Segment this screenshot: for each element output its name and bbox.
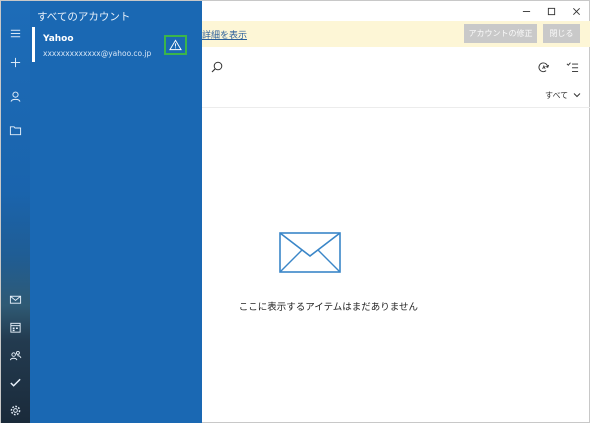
calendar-icon [10,322,21,333]
folders-button[interactable] [1,116,30,144]
settings-button[interactable] [1,396,30,423]
person-icon [10,91,21,102]
search-button[interactable] [208,58,226,76]
folder-icon [9,125,22,135]
sync-button[interactable] [534,58,552,76]
flyout-title: すべてのアカウント [37,11,131,23]
account-item-yahoo[interactable]: Yahoo xxxxxxxxxxxxx@yahoo.co.jp [30,27,202,63]
hamburger-menu-button[interactable] [1,19,30,47]
accounts-flyout: すべてのアカウント Yahoo xxxxxxxxxxxxx@yahoo.co.j… [30,1,202,423]
mail-app-window: 詳細を表示 アカウントの修正 閉じる すべて ここに表示するアイテムはまだありま… [0,0,590,423]
people-icon [9,350,22,360]
account-name: Yahoo [43,34,74,44]
mail-button[interactable] [1,285,30,313]
settings-icon [10,405,21,415]
minimize-button[interactable] [514,3,538,19]
close-icon [572,7,580,15]
people-button[interactable] [1,341,30,369]
list-divider [202,107,590,108]
accounts-button[interactable] [1,82,30,110]
dismiss-button[interactable]: 閉じる [543,24,580,43]
todo-button[interactable] [1,368,30,396]
todo-icon [10,378,21,387]
chevron-down-icon [573,93,581,98]
account-warning-indicator[interactable] [164,35,187,55]
mail-icon [9,295,22,304]
minimize-icon [522,10,530,12]
filter-dropdown[interactable]: すべて [545,88,581,102]
filter-label: すべて [545,90,569,100]
fix-account-button[interactable]: アカウントの修正 [464,24,537,43]
selection-mode-button[interactable] [563,58,581,76]
warning-icon [169,39,182,51]
hamburger-icon [10,29,21,37]
selected-indicator [32,27,35,62]
plus-icon [10,57,21,67]
calendar-button[interactable] [1,313,30,341]
selection-mode-icon [566,61,578,72]
show-details-link[interactable]: 詳細を表示 [202,28,247,41]
search-icon [211,61,223,73]
navigation-rail [1,1,30,423]
account-warning-bar: 詳細を表示 アカウントの修正 閉じる [202,21,590,47]
account-email: xxxxxxxxxxxxx@yahoo.co.jp [43,49,152,58]
sync-icon [538,61,549,72]
empty-list-message: ここに表示するアイテムはまだありません [238,302,418,313]
close-button[interactable] [564,3,588,19]
new-mail-button[interactable] [1,48,30,76]
envelope-icon [279,232,341,273]
maximize-button[interactable] [539,3,563,19]
maximize-icon [547,7,555,15]
